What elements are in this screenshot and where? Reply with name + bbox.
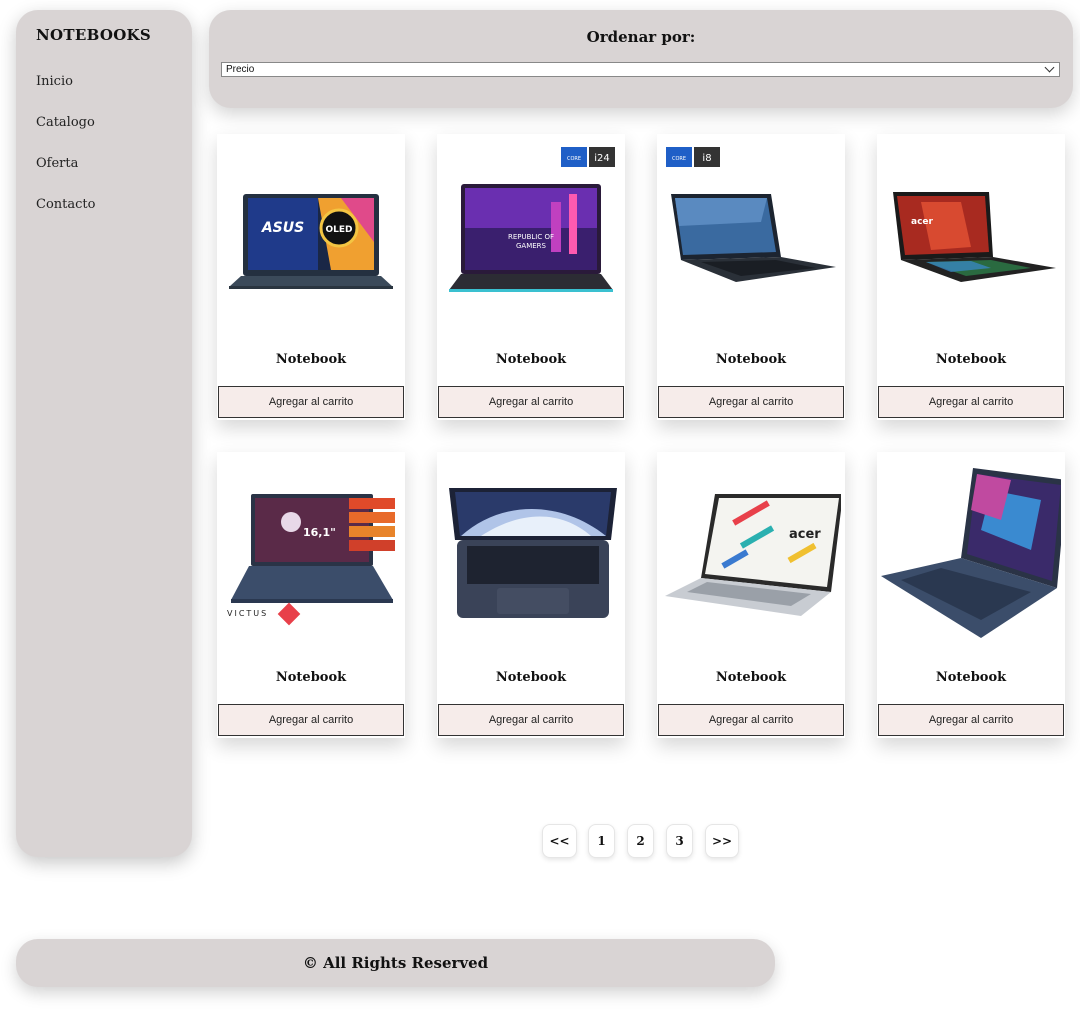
page: NOTEBOOKS Inicio Catalogo Oferta Contact… bbox=[0, 0, 1080, 1025]
pagination-prev-button[interactable]: << bbox=[542, 824, 577, 858]
sort-selected-value: Precio bbox=[226, 64, 255, 75]
svg-text:ASUS: ASUS bbox=[261, 220, 304, 236]
svg-text:acer: acer bbox=[789, 527, 821, 542]
chevron-down-icon bbox=[1044, 62, 1055, 73]
add-to-cart-button[interactable]: Agregar al carrito bbox=[438, 386, 624, 418]
svg-text:CORE: CORE bbox=[672, 156, 686, 162]
sidebar: NOTEBOOKS Inicio Catalogo Oferta Contact… bbox=[16, 10, 192, 857]
laptop-image: CORE i8 bbox=[666, 147, 836, 282]
add-to-cart-button[interactable]: Agregar al carrito bbox=[218, 386, 404, 418]
pagination-page-2[interactable]: 2 bbox=[627, 824, 654, 858]
svg-text:REPUBLIC OF: REPUBLIC OF bbox=[508, 233, 554, 241]
product-card: acer Notebook Agregar al carrito bbox=[877, 134, 1065, 420]
product-card: Notebook Agregar al carrito bbox=[877, 452, 1065, 738]
sidebar-item-catalogo[interactable]: Catalogo bbox=[36, 115, 172, 130]
svg-text:OLED: OLED bbox=[325, 225, 352, 235]
pagination-next-button[interactable]: >> bbox=[705, 824, 739, 858]
product-name: Notebook bbox=[275, 352, 347, 367]
laptop-image bbox=[449, 488, 617, 618]
laptop-image: CORE i24 REPUBLIC OF GAMERS bbox=[449, 147, 615, 292]
pagination: << 1 2 3 >> bbox=[0, 824, 1080, 860]
product-card: acer Notebook Agregar al carrito bbox=[657, 452, 845, 738]
svg-text:i8: i8 bbox=[702, 153, 711, 164]
product-card: 16,1" VICTUS Notebook Agregar al carrito bbox=[217, 452, 405, 738]
product-name: Notebook bbox=[715, 670, 787, 685]
footer-text: © All Rights Reserved bbox=[302, 954, 489, 972]
laptop-image: OLED ASUS bbox=[229, 194, 393, 289]
laptop-image bbox=[881, 468, 1061, 638]
add-to-cart-button[interactable]: Agregar al carrito bbox=[218, 704, 404, 736]
add-to-cart-button[interactable]: Agregar al carrito bbox=[438, 704, 624, 736]
pagination-page-1[interactable]: 1 bbox=[588, 824, 615, 858]
sidebar-item-inicio[interactable]: Inicio bbox=[36, 74, 172, 89]
product-card: OLED ASUS Notebook Agregar al carrito bbox=[217, 134, 405, 420]
product-name: Notebook bbox=[495, 352, 567, 367]
laptop-image: acer bbox=[665, 494, 841, 616]
product-name: Notebook bbox=[935, 670, 1007, 685]
product-card: CORE i24 REPUBLIC OF GAMERS Notebook Agr… bbox=[437, 134, 625, 420]
add-to-cart-button[interactable]: Agregar al carrito bbox=[658, 704, 844, 736]
laptop-image: acer bbox=[893, 192, 1056, 282]
sidebar-item-contacto[interactable]: Contacto bbox=[36, 197, 172, 212]
add-to-cart-button[interactable]: Agregar al carrito bbox=[658, 386, 844, 418]
product-name: Notebook bbox=[715, 352, 787, 367]
add-to-cart-button[interactable]: Agregar al carrito bbox=[878, 386, 1064, 418]
product-name: Notebook bbox=[935, 352, 1007, 367]
product-name: Notebook bbox=[495, 670, 567, 685]
sort-title: Ordenar por: bbox=[586, 28, 696, 46]
add-to-cart-button[interactable]: Agregar al carrito bbox=[878, 704, 1064, 736]
svg-text:i24: i24 bbox=[594, 153, 610, 164]
svg-text:VICTUS: VICTUS bbox=[227, 609, 268, 618]
svg-text:GAMERS: GAMERS bbox=[516, 242, 547, 250]
product-name: Notebook bbox=[275, 670, 347, 685]
svg-text:16,1": 16,1" bbox=[303, 526, 336, 539]
product-card: CORE i8 Notebook Agregar al carrito bbox=[657, 134, 845, 420]
sort-panel: Ordenar por: Precio bbox=[209, 10, 1073, 108]
pagination-page-3[interactable]: 3 bbox=[666, 824, 693, 858]
sort-select[interactable]: Precio bbox=[221, 62, 1060, 77]
svg-text:acer: acer bbox=[911, 217, 934, 227]
laptop-image: 16,1" VICTUS bbox=[227, 494, 395, 626]
product-card: Notebook Agregar al carrito bbox=[437, 452, 625, 738]
sidebar-item-oferta[interactable]: Oferta bbox=[36, 156, 172, 171]
brand-title: NOTEBOOKS bbox=[36, 26, 152, 44]
footer: © All Rights Reserved bbox=[16, 939, 775, 987]
svg-text:CORE: CORE bbox=[567, 156, 581, 162]
